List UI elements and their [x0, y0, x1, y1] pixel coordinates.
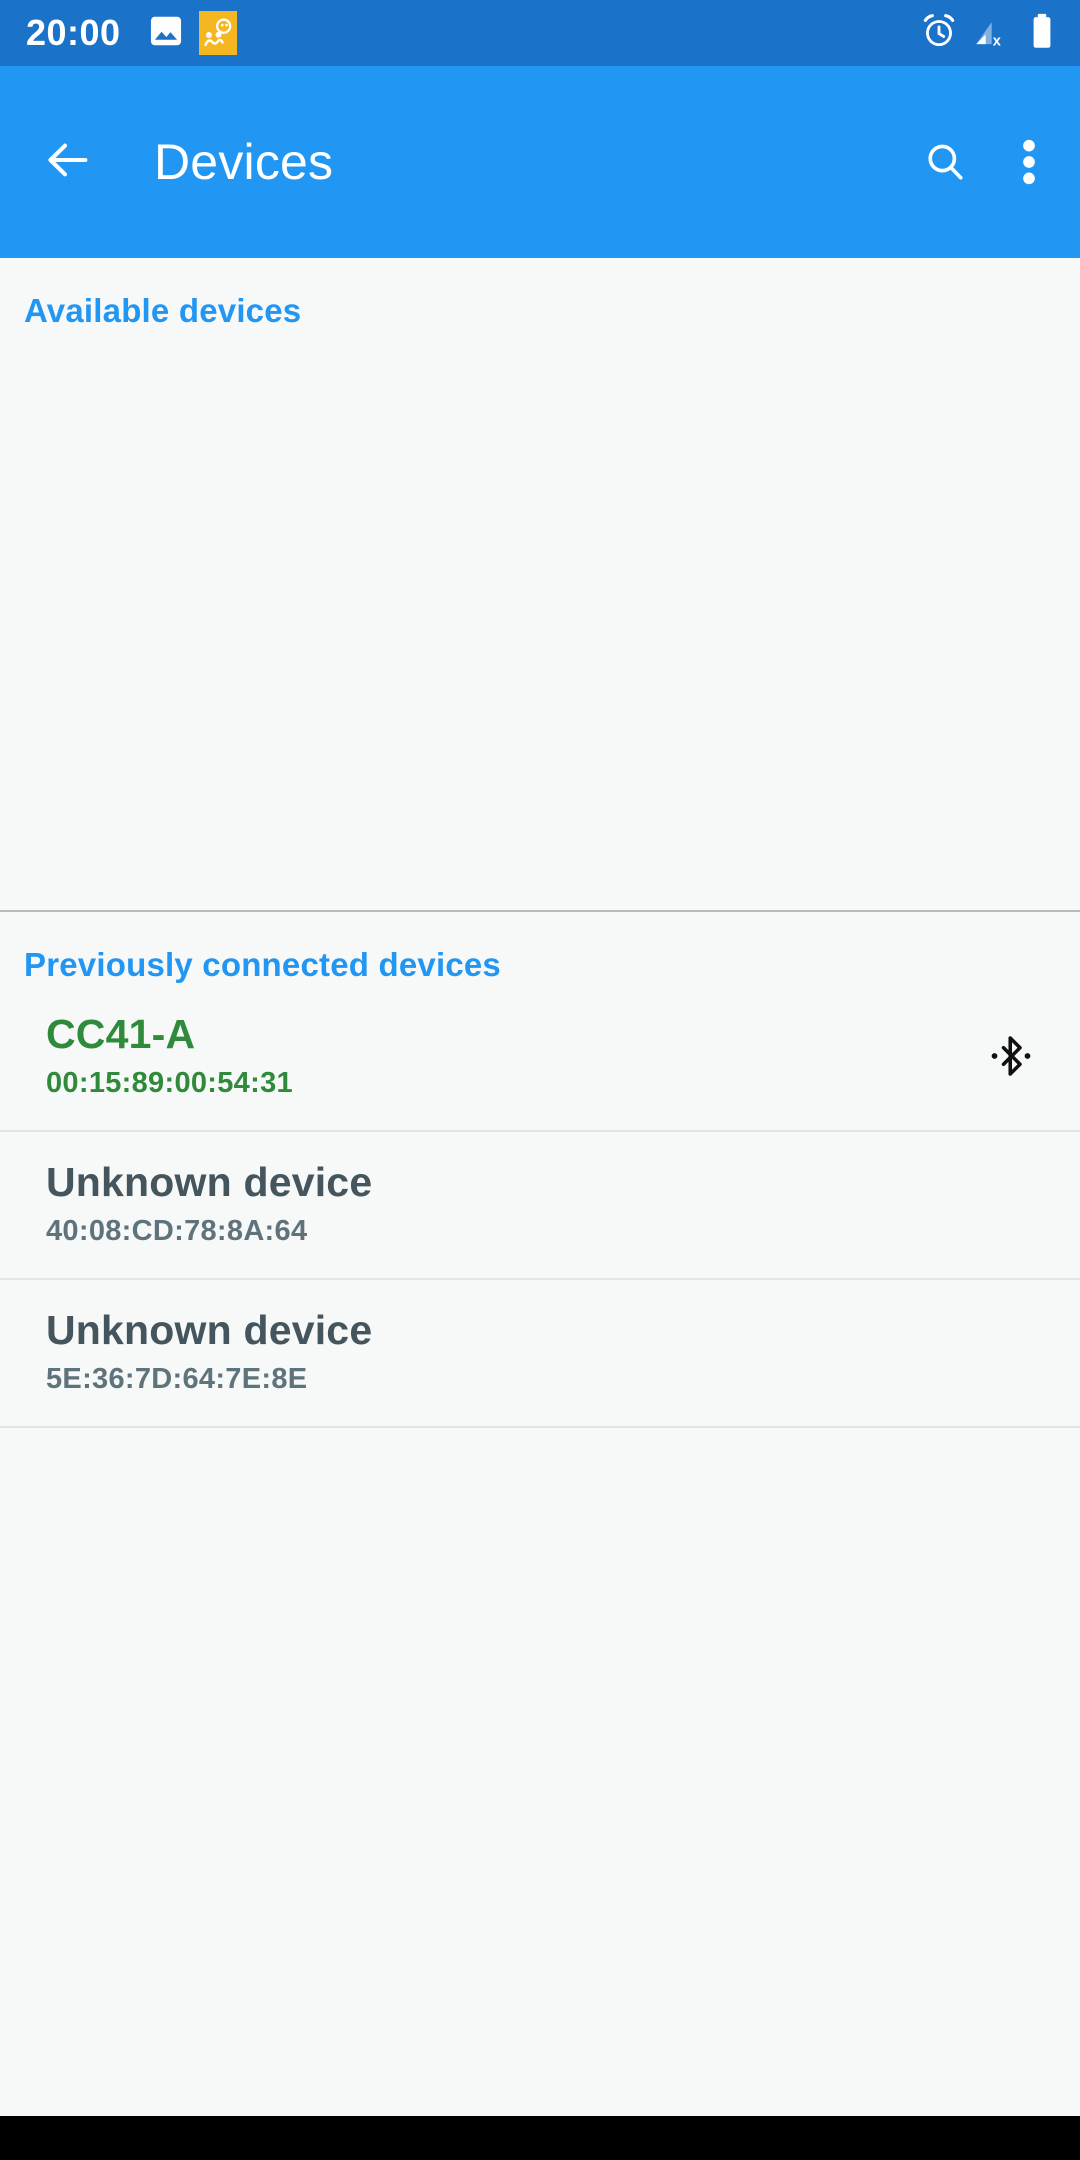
- device-name: Unknown device: [46, 1158, 373, 1205]
- available-devices-section: Available devices: [0, 258, 1080, 910]
- device-info: Unknown device 40:08:CD:78:8A:64: [46, 1158, 373, 1248]
- previously-connected-header: Previously connected devices: [24, 946, 501, 983]
- list-item[interactable]: Unknown device 40:08:CD:78:8A:64: [0, 1132, 1080, 1278]
- photo-icon: [147, 12, 185, 55]
- app-notification-icon: [198, 11, 237, 55]
- list-item[interactable]: CC41-A 00:15:89:00:54:31: [0, 984, 1080, 1130]
- status-system-icons: x: [920, 12, 1054, 55]
- device-address: 5E:36:7D:64:7E:8E: [46, 1362, 308, 1395]
- device-screen: 20:00 x Devices Available devices Previo…: [0, 0, 1080, 2160]
- device-name: Unknown device: [46, 1306, 373, 1353]
- list-empty-tail: [0, 1427, 1080, 2116]
- available-devices-header: Available devices: [24, 292, 302, 329]
- status-notification-icons: [147, 11, 237, 55]
- search-icon[interactable]: [922, 139, 968, 185]
- device-info: Unknown device 5E:36:7D:64:7E:8E: [46, 1306, 373, 1396]
- bluetooth-connected-icon: [988, 1033, 1034, 1079]
- app-bar: Devices: [0, 66, 1080, 258]
- system-navigation-bar: [0, 2116, 1080, 2160]
- list-item[interactable]: Unknown device 5E:36:7D:64:7E:8E: [0, 1280, 1080, 1426]
- svg-text:x: x: [993, 33, 1002, 49]
- alarm-icon: [920, 12, 958, 55]
- device-address: 00:15:89:00:54:31: [46, 1066, 293, 1099]
- back-arrow-icon[interactable]: [42, 134, 94, 191]
- cellular-signal-off-icon: x: [974, 12, 1014, 55]
- status-clock: 20:00: [26, 12, 121, 53]
- status-bar: 20:00 x: [0, 0, 1080, 66]
- page-title: Devices: [154, 134, 334, 190]
- battery-full-icon: [1030, 12, 1054, 55]
- device-list-content: Available devices Previously connected d…: [0, 258, 1080, 2116]
- device-name: CC41-A: [46, 1011, 196, 1057]
- device-address: 40:08:CD:78:8A:64: [46, 1214, 308, 1247]
- device-info: CC41-A 00:15:89:00:54:31: [46, 1011, 293, 1100]
- previously-connected-section: Previously connected devices CC41-A 00:1…: [0, 912, 1080, 1428]
- overflow-menu-icon[interactable]: [1022, 134, 1036, 190]
